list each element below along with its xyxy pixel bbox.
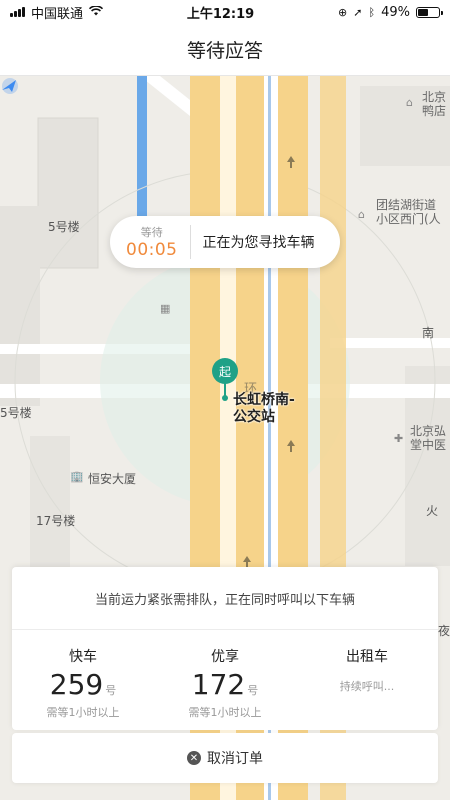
map-label-building17: 17号楼 [36, 514, 76, 528]
current-location-icon [2, 78, 18, 94]
stop-name-line2: 公交站 [233, 409, 275, 425]
map-label-beijing-hong: 北京弘 [410, 424, 447, 438]
start-pin-dot [222, 395, 228, 401]
wifi-icon [88, 5, 104, 19]
wait-time: 需等1小时以上 [46, 706, 120, 719]
location-arrow-icon: ➚ [353, 5, 363, 19]
signal-icon [10, 7, 25, 17]
map-label-beijing-hong2: 堂中医 [410, 438, 447, 452]
wait-timer-block: 等待 00:05 [126, 225, 191, 260]
start-pin[interactable]: 起 [212, 358, 238, 384]
close-icon: ✕ [187, 751, 201, 765]
option-name: 快车 [69, 649, 97, 665]
queue-message: 当前运力紧张需排队，正在同时呼叫以下车辆 [12, 567, 438, 630]
map-label-nan: 南 [422, 326, 435, 340]
option-youxiang: 优享 172 号 需等1小时以上 [154, 630, 296, 730]
map-label-hengan: 恒安大厦 [88, 472, 137, 486]
option-taxi: 出租车 持续呼叫... [296, 630, 438, 730]
queue-count: 172 [191, 668, 246, 701]
stop-name: 长虹桥南- 公交站 [233, 392, 295, 426]
option-name: 出租车 [346, 649, 388, 665]
map-label-tuanjiehu: 团结湖街道 [376, 198, 437, 212]
queue-unit: 号 [247, 684, 259, 697]
option-kuaiche: 快车 259 号 需等1小时以上 [12, 630, 154, 730]
queue-unit: 号 [105, 684, 117, 697]
map-label-beijing: 北京 [422, 90, 447, 104]
start-pin-label: 起 [218, 364, 231, 379]
map-label-building5b: 5号楼 [0, 406, 32, 420]
hospital-icon: ✚ [394, 432, 404, 445]
building-icon: 🏢 [70, 470, 84, 483]
map-label-building5: 5号楼 [48, 220, 80, 234]
page-title: 等待应答 [186, 40, 263, 62]
map-label-ye: 夜 [438, 624, 450, 638]
option-name: 优享 [211, 649, 239, 665]
queue-count: 259 [49, 668, 104, 701]
status-time: 上午12:19 [186, 6, 255, 22]
queue-card: 当前运力紧张需排队，正在同时呼叫以下车辆 快车 259 号 需等1小时以上 优享… [12, 567, 438, 730]
rotation-lock-icon: ⊕ [338, 5, 348, 19]
wait-label: 等待 [140, 226, 163, 239]
bus-icon: ▦ [160, 302, 171, 315]
status-bar: 中国联通 上午12:19 ⊕ ➚ ᛒ 49% [0, 0, 450, 24]
carrier-name: 中国联通 [31, 6, 84, 22]
wait-message: 正在为您寻找车辆 [202, 235, 315, 251]
calling-status: 持续呼叫... [339, 680, 395, 693]
nav-bar: 等待应答 [0, 24, 450, 76]
map-label-huo: 火 [426, 504, 439, 518]
wait-time: 需等1小时以上 [188, 706, 262, 719]
poi-icon: ⌂ [406, 96, 413, 109]
stop-name-line1: 长虹桥南- [233, 392, 295, 408]
cancel-order-label: 取消订单 [207, 751, 263, 767]
bluetooth-icon: ᛒ [368, 5, 376, 19]
cancel-order-button[interactable]: ✕ 取消订单 [12, 733, 438, 783]
battery-icon [415, 6, 443, 18]
map-label-tuanjiehu2: 小区西门(人 [376, 212, 441, 226]
map-label-duck: 鸭店 [422, 104, 447, 118]
wait-timer: 00:05 [126, 240, 178, 260]
waiting-bubble: 等待 00:05 正在为您寻找车辆 [110, 216, 340, 268]
battery-percent: 49% [381, 4, 410, 20]
poi-icon: ⌂ [358, 208, 365, 221]
